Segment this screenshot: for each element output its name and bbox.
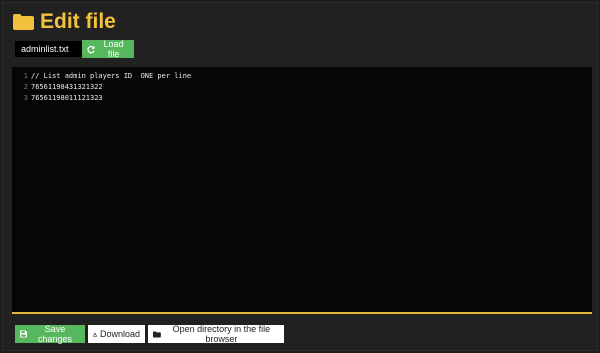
- open-directory-button[interactable]: Open directory in the file browser: [148, 324, 284, 344]
- line-number: 3: [23, 93, 28, 102]
- save-changes-label: Save changes: [37, 324, 73, 344]
- download-icon: [93, 332, 97, 336]
- page-title: Edit file: [40, 10, 116, 33]
- editor-line: 3 76561198011121323: [12, 92, 103, 103]
- page-header: Edit file: [13, 9, 116, 35]
- filename-input[interactable]: [15, 41, 83, 57]
- folder-icon: [153, 330, 161, 338]
- line-text: 76561198011121323: [31, 93, 103, 102]
- code-editor[interactable]: 1 // List admin players ID ONE per line …: [12, 67, 592, 314]
- download-label: Download: [99, 329, 140, 339]
- download-button[interactable]: Download: [88, 325, 145, 343]
- line-number: 1: [23, 71, 28, 80]
- line-text: 76561198431321322: [31, 82, 103, 91]
- floppy-disk-icon: [20, 330, 28, 338]
- line-text: // List admin players ID ONE per line: [31, 71, 192, 80]
- refresh-icon: [87, 45, 95, 53]
- editor-line: 1 // List admin players ID ONE per line: [12, 70, 191, 81]
- load-file-label: Load file: [103, 39, 124, 59]
- edit-file-panel: Edit file Load file 1 // List admin play…: [2, 2, 598, 351]
- open-directory-label: Open directory in the file browser: [172, 324, 271, 344]
- save-changes-button[interactable]: Save changes: [15, 324, 85, 344]
- folder-icon: [13, 14, 34, 30]
- load-file-button[interactable]: Load file: [82, 39, 134, 59]
- line-number: 2: [23, 82, 28, 91]
- editor-line: 2 76561198431321322: [12, 81, 103, 92]
